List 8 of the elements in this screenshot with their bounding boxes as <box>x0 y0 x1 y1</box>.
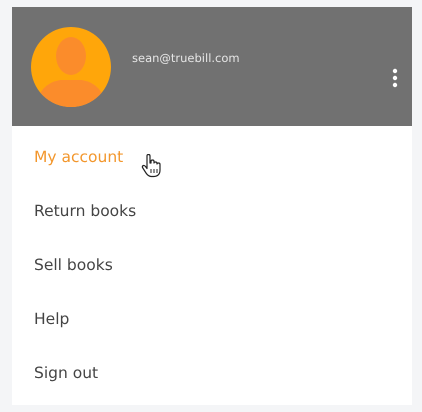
menu-item[interactable]: Sign out <box>34 362 98 385</box>
menu-item[interactable]: Return books <box>34 200 136 223</box>
avatar-icon <box>30 26 112 108</box>
menu-item[interactable]: Help <box>34 308 70 331</box>
menu-item[interactable]: Sell books <box>34 254 113 277</box>
hand-cursor-icon <box>141 154 164 178</box>
user-email: sean@truebill.com <box>132 51 241 65</box>
more-options-icon[interactable] <box>392 68 398 88</box>
